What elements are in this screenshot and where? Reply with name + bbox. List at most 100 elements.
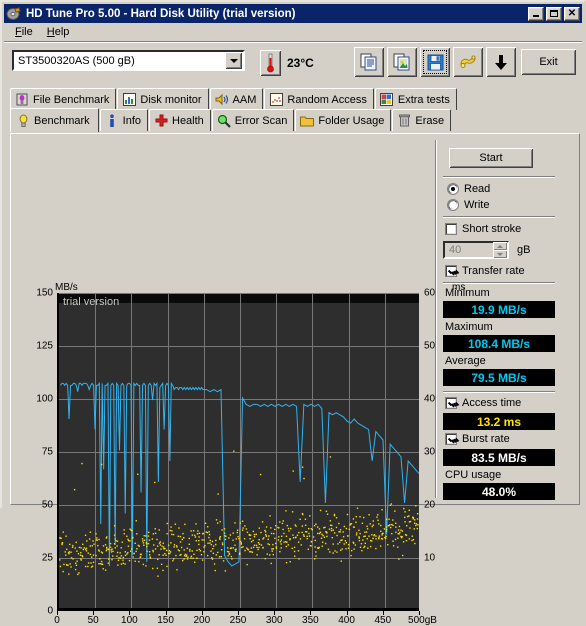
scatter-icon	[269, 93, 283, 107]
short-stroke-stepper[interactable]: 40	[443, 241, 509, 259]
radio-write-indicator	[447, 199, 459, 211]
radio-write[interactable]: Write	[447, 199, 489, 211]
grid-chart-icon	[380, 93, 394, 107]
benchmark-chart: trial version	[57, 293, 419, 611]
divider-4	[443, 391, 555, 393]
thermometer-icon[interactable]	[260, 50, 281, 76]
exit-button-label: Exit	[539, 56, 558, 68]
x-tick-mark	[238, 611, 239, 615]
x-tick-mark	[274, 611, 276, 615]
x-tick-label: 250	[229, 615, 247, 626]
checkbox-burst-rate[interactable]: Burst rate	[445, 433, 510, 445]
checkbox-access-time-indicator	[445, 397, 457, 409]
radio-read[interactable]: Read	[447, 183, 490, 195]
title-bar: HD Tune Pro 5.00 - Hard Disk Utility (tr…	[4, 4, 582, 23]
checkbox-short-stroke[interactable]: Short stroke	[445, 223, 521, 235]
x-tick-label: 200	[193, 615, 211, 626]
chevron-down-icon[interactable]	[225, 52, 242, 69]
minimum-value: 19.9 MB/s	[443, 301, 555, 318]
toolbar: ST3500320AS (500 gB) 23°C Exit	[4, 44, 582, 84]
tab-aam[interactable]: AAM	[209, 88, 264, 110]
tab-random-access[interactable]: Random Access	[264, 88, 374, 110]
tab-health[interactable]: Health	[149, 109, 211, 131]
radio-write-label: Write	[464, 199, 490, 211]
tab-folder-usage[interactable]: Folder Usage	[295, 109, 392, 131]
status-bar	[4, 502, 582, 505]
x-tick-mark	[129, 611, 131, 615]
tab-row-secondary: File Benchmark Disk monitor AAM Random A…	[10, 88, 458, 110]
menu-bar: File Help	[4, 23, 582, 41]
tab-erase[interactable]: Erase	[392, 109, 452, 131]
y-tick-right-label: 50	[424, 340, 436, 352]
options-button[interactable]	[453, 47, 483, 77]
tab-random-access-label: Random Access	[287, 93, 367, 106]
menu-item-help[interactable]: Help	[40, 25, 77, 39]
drive-select[interactable]: ST3500320AS (500 gB)	[12, 50, 245, 71]
minimize-button[interactable]	[528, 6, 544, 21]
copy-image-button[interactable]	[387, 47, 417, 77]
tab-aam-label: AAM	[232, 93, 257, 106]
tab-error-scan[interactable]: Error Scan	[211, 109, 295, 131]
checkbox-short-stroke-label: Short stroke	[462, 223, 522, 235]
x-tick-label: 450	[374, 615, 392, 626]
y-tick-label: 75	[41, 446, 53, 458]
checkbox-access-time[interactable]: Access time	[445, 397, 521, 409]
spin-up-button[interactable]	[493, 242, 507, 250]
x-tick-label: 500gB	[408, 615, 437, 626]
x-tick-label: 150	[157, 615, 174, 626]
gear-options-icon	[460, 55, 476, 68]
arrow-down-icon	[495, 54, 507, 70]
triangle-down-glyph-2	[497, 252, 503, 256]
trial-watermark: trial version	[63, 296, 120, 308]
exit-button[interactable]: Exit	[521, 49, 576, 75]
cpu-usage-label: CPU usage	[445, 469, 502, 481]
x-tick-label: 300	[265, 615, 283, 626]
checkbox-transfer-rate[interactable]: Transfer rate	[445, 265, 525, 277]
checkbox-short-stroke-indicator	[445, 223, 457, 235]
y-tick-right-label: 60	[424, 287, 436, 299]
spin-down-button[interactable]	[493, 250, 507, 258]
close-icon: ✕	[567, 7, 577, 19]
close-button[interactable]: ✕	[564, 6, 580, 21]
folder-icon	[300, 114, 315, 128]
magnifier-icon	[217, 114, 231, 128]
tab-benchmark[interactable]: Benchmark	[10, 108, 99, 132]
y-tick-right-label: 30	[424, 446, 436, 458]
radio-read-indicator	[447, 183, 459, 195]
radio-read-label: Read	[464, 183, 491, 195]
tab-info[interactable]: Info	[99, 109, 148, 131]
x-tick-label: 400	[338, 615, 355, 626]
tab-extra-tests[interactable]: Extra tests	[374, 88, 457, 110]
copy-text-icon	[360, 53, 377, 71]
save-button[interactable]	[420, 47, 450, 77]
y-tick-label: 0	[47, 605, 53, 617]
drive-select-value: ST3500320AS (500 gB)	[18, 54, 135, 67]
x-tick-mark	[201, 611, 203, 615]
download-button[interactable]	[486, 47, 516, 77]
short-stroke-value: 40	[449, 244, 462, 256]
average-label: Average	[445, 355, 486, 367]
x-tick-mark	[310, 611, 312, 615]
panel-separator	[435, 140, 437, 498]
temperature-value: 23°C	[287, 56, 314, 70]
tab-disk-monitor-label: Disk monitor	[140, 93, 202, 106]
speaker-icon	[215, 93, 229, 107]
x-tick-label: 350	[302, 615, 319, 626]
window-controls: ✕	[528, 6, 580, 21]
short-stroke-spin-buttons[interactable]	[493, 242, 507, 258]
y-tick-label: 100	[36, 393, 53, 405]
copy-text-button[interactable]	[354, 47, 384, 77]
checkbox-burst-rate-label: Burst rate	[462, 433, 510, 445]
x-tick-mark	[382, 611, 384, 615]
start-button[interactable]: Start	[449, 148, 533, 168]
maximize-button[interactable]	[546, 6, 562, 21]
tab-file-benchmark-label: File Benchmark	[33, 93, 110, 106]
x-tick-label: 100	[121, 615, 138, 626]
checkbox-transfer-rate-label: Transfer rate	[462, 265, 525, 277]
average-value: 79.5 MB/s	[443, 369, 555, 386]
menu-item-file[interactable]: File	[8, 25, 40, 39]
tab-file-benchmark[interactable]: File Benchmark	[10, 88, 117, 110]
menu-separator	[4, 41, 582, 43]
tab-erase-label: Erase	[415, 114, 445, 127]
tab-disk-monitor[interactable]: Disk monitor	[117, 88, 209, 110]
